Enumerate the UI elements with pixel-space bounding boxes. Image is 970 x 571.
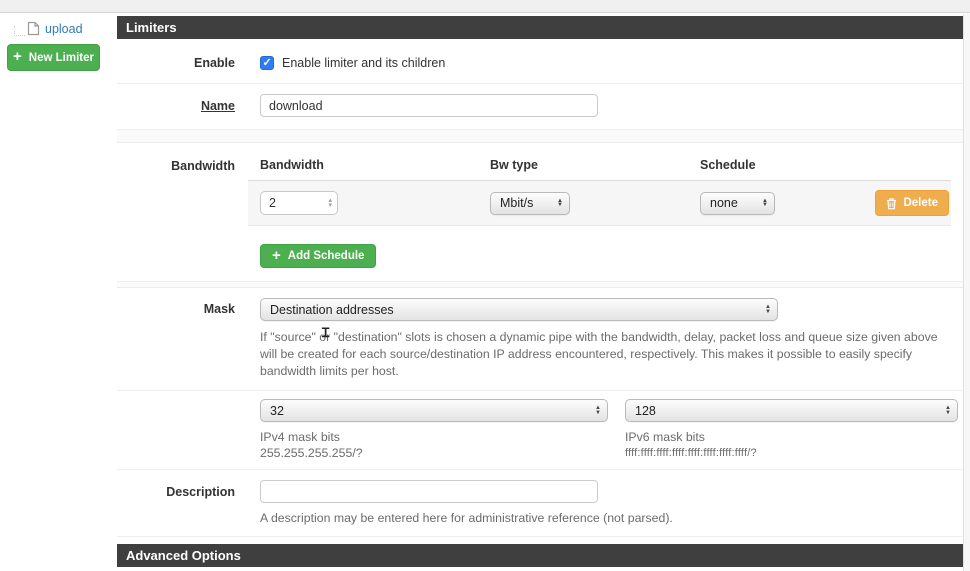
name-label: Name	[200, 99, 235, 113]
limiters-panel: Limiters Enable Enable limiter and its c…	[117, 16, 963, 571]
ipv6-mask-select[interactable]: 128 ▲ ▼	[625, 399, 958, 422]
tree-item-label: upload	[45, 21, 83, 36]
select-arrows-icon: ▲ ▼	[595, 405, 601, 416]
select-arrows-icon: ▲ ▼	[765, 304, 771, 315]
scrollbar-track[interactable]	[963, 14, 970, 571]
column-header-bandwidth: Bandwidth	[260, 158, 324, 172]
add-schedule-button[interactable]: + Add Schedule	[260, 244, 377, 268]
tree-item-upload[interactable]: upload	[27, 21, 117, 36]
mask-help-text: If "source" or "destination" slots is ch…	[260, 330, 938, 378]
mask-value: Destination addresses	[270, 302, 394, 317]
ipv6-mask-value: 128	[635, 403, 656, 418]
ipv6-mask-help: IPv6 mask bits ffff:ffff:ffff:ffff:ffff:…	[625, 430, 757, 459]
bandwidth-section: Bandwidth Bandwidth Bw type Schedule 2 ▴…	[117, 143, 963, 282]
name-row: Name	[117, 84, 963, 130]
plus-icon: +	[272, 246, 281, 264]
section-spacer	[117, 130, 963, 143]
bandwidth-value-input[interactable]: 2 ▴ ▾	[260, 191, 338, 215]
select-arrows-icon: ▲ ▼	[762, 197, 768, 208]
column-header-bw-type: Bw type	[490, 158, 538, 172]
description-row: Description A description may be entered…	[117, 470, 963, 537]
new-limiter-button[interactable]: + New Limiter	[7, 44, 100, 71]
number-stepper-icon[interactable]: ▴ ▾	[328, 197, 332, 209]
description-input[interactable]	[260, 480, 598, 503]
ipv4-mask-select[interactable]: 32 ▲ ▼	[260, 399, 608, 422]
delete-button-label: Delete	[903, 197, 938, 209]
new-limiter-label: New Limiter	[28, 51, 94, 64]
bandwidth-table-header: Bandwidth Bw type Schedule	[260, 143, 951, 180]
description-label: Description	[166, 485, 235, 499]
add-schedule-label: Add Schedule	[287, 250, 365, 262]
enable-row: Enable Enable limiter and its children	[117, 39, 963, 84]
mask-select[interactable]: Destination addresses ▲ ▼	[260, 298, 778, 321]
panel-title: Limiters	[117, 16, 963, 39]
column-header-schedule: Schedule	[700, 158, 756, 172]
delay-row: Delay (ms) In most cases, zero (0) shoul…	[117, 567, 963, 571]
enable-label: Enable	[194, 56, 235, 70]
enable-checkbox-label[interactable]: Enable limiter and its children	[282, 56, 445, 70]
ipv4-mask-value: 32	[270, 403, 284, 418]
schedule-select[interactable]: none ▲ ▼	[700, 191, 775, 215]
advanced-options-title: Advanced Options	[117, 544, 963, 567]
bandwidth-label: Bandwidth	[171, 159, 235, 173]
ipv4-mask-help: IPv4 mask bits 255.255.255.255/?	[260, 430, 363, 460]
tree-guide-line	[14, 26, 25, 36]
browser-chrome-strip	[0, 0, 970, 13]
bandwidth-table-row: 2 ▴ ▾ Mbit/s ▲ ▼ none ▲ ▼ Delete	[248, 180, 951, 226]
schedule-value: none	[710, 196, 738, 210]
enable-checkbox[interactable]	[260, 56, 274, 70]
bw-type-value: Mbit/s	[500, 196, 534, 210]
mask-label: Mask	[203, 302, 235, 316]
select-arrows-icon: ▲ ▼	[945, 405, 951, 416]
limiter-tree-sidebar: upload + New Limiter	[0, 14, 117, 71]
select-arrows-icon: ▲ ▼	[557, 197, 563, 208]
plus-icon: +	[13, 48, 22, 65]
mask-row: Mask Destination addresses ▲ ▼ If "source…	[117, 288, 963, 391]
name-input[interactable]	[260, 94, 598, 117]
mask-bits-row: 32 ▲ ▼ IPv4 mask bits 255.255.255.255/? 1…	[117, 391, 963, 470]
delete-bandwidth-button[interactable]: Delete	[875, 190, 949, 216]
bw-type-select[interactable]: Mbit/s ▲ ▼	[490, 191, 570, 215]
bandwidth-value: 2	[269, 196, 276, 210]
trash-icon	[886, 197, 897, 210]
description-help-text: A description may be entered here for ad…	[260, 511, 673, 525]
file-icon	[27, 21, 40, 36]
